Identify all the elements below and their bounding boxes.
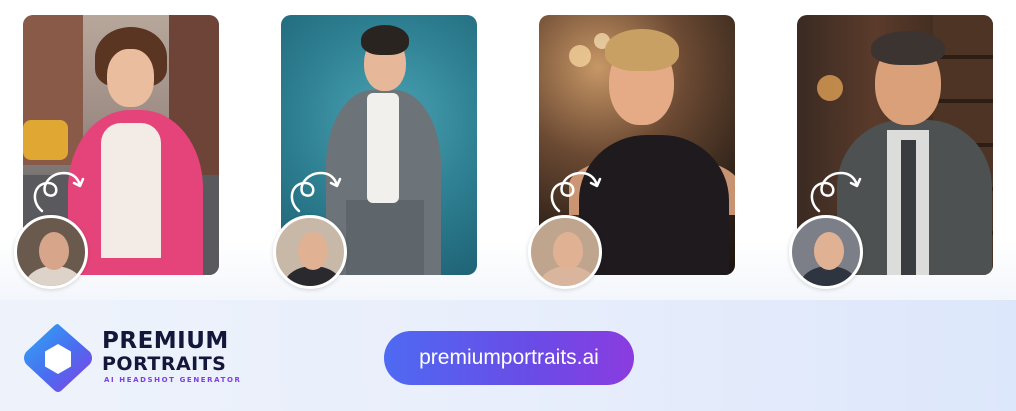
blouse bbox=[101, 123, 161, 258]
white-shirt bbox=[367, 93, 399, 203]
hair bbox=[361, 25, 409, 55]
before-selfie-avatar bbox=[528, 215, 602, 289]
trousers bbox=[346, 200, 424, 275]
avatar-face bbox=[298, 232, 328, 270]
brand-footer: PREMIUM PORTRAITS AI HEADSHOT GENERATOR … bbox=[0, 300, 1016, 411]
hair bbox=[871, 31, 945, 65]
website-url-button[interactable]: premiumportraits.ai bbox=[384, 331, 634, 385]
taxi bbox=[23, 120, 68, 160]
brand-tagline: AI HEADSHOT GENERATOR bbox=[104, 376, 242, 384]
avatar-face bbox=[814, 232, 844, 270]
hexagon-logo-icon bbox=[24, 324, 92, 392]
curved-arrow-icon bbox=[33, 171, 85, 213]
before-selfie-avatar bbox=[789, 215, 863, 289]
avatar-face bbox=[39, 232, 69, 270]
hair bbox=[605, 29, 679, 71]
before-selfie-avatar bbox=[273, 215, 347, 289]
brand-name-line2: PORTRAITS bbox=[102, 353, 227, 375]
bokeh-light bbox=[817, 75, 843, 101]
curved-arrow-icon bbox=[550, 171, 602, 213]
bokeh-light bbox=[569, 45, 591, 67]
portrait-gallery bbox=[0, 0, 1016, 300]
curved-arrow-icon bbox=[290, 171, 342, 213]
brand-name-line1: PREMIUM bbox=[102, 328, 229, 354]
face bbox=[107, 49, 154, 107]
before-selfie-avatar bbox=[14, 215, 88, 289]
tie bbox=[901, 140, 916, 275]
avatar-face bbox=[553, 232, 583, 270]
curved-arrow-icon bbox=[810, 171, 862, 213]
